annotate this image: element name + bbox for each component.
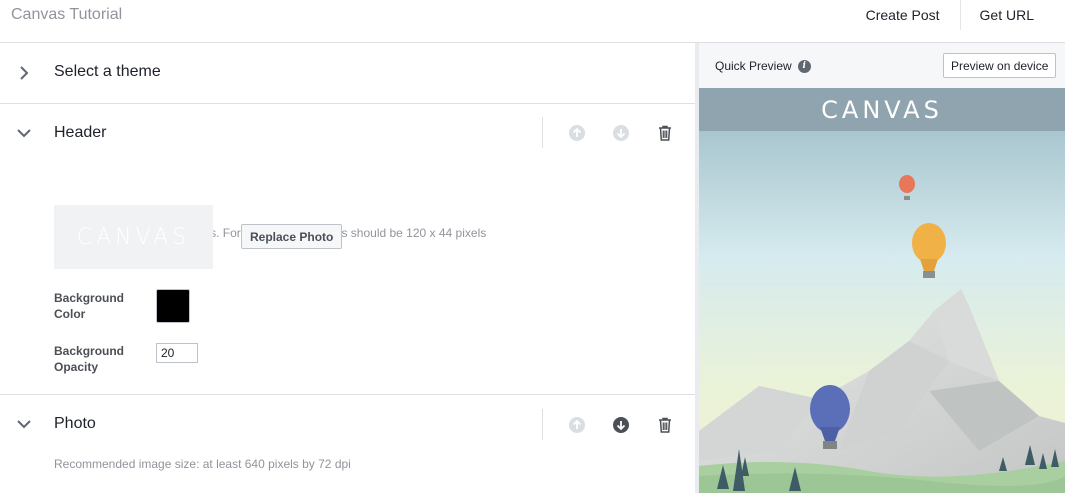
get-url-button[interactable]: Get URL: [961, 0, 1065, 30]
preview-brand-text: CANVAS: [821, 95, 943, 124]
controls-divider: [542, 409, 543, 440]
section-photo: Photo Recommended image size: at least 6…: [0, 395, 695, 493]
trash-icon[interactable]: [656, 124, 674, 142]
background-opacity-label: Background Opacity: [54, 344, 125, 374]
background-color-swatch[interactable]: [156, 289, 190, 323]
info-icon[interactable]: i: [797, 59, 811, 73]
top-bar: Canvas Tutorial Create Post Get URL: [0, 0, 1065, 43]
section-header: Header Upload a logo for your Canvas. Fo…: [0, 104, 695, 395]
top-actions: Create Post Get URL: [846, 0, 1065, 42]
trash-icon[interactable]: [656, 416, 674, 434]
section-theme-label: Select a theme: [54, 63, 161, 80]
move-down-icon[interactable]: [612, 416, 630, 434]
background-color-label: Background Color: [54, 291, 125, 321]
preview-on-device-button[interactable]: Preview on device: [943, 53, 1057, 78]
logo-preview: CANVAS: [54, 205, 213, 269]
editor-panel: Select a theme Header Upload a logo for …: [0, 43, 695, 493]
canvas-preview: CANVAS: [699, 88, 1065, 493]
quick-preview-label: Quick Preview: [715, 59, 792, 73]
section-header-label: Header: [54, 124, 107, 141]
chevron-right-icon[interactable]: [16, 65, 32, 81]
section-photo-label: Photo: [54, 415, 96, 432]
controls-divider: [542, 117, 543, 148]
app-title: Canvas Tutorial: [11, 6, 123, 23]
quick-preview-header: Quick Preview i: [715, 59, 811, 73]
preview-header-bar: CANVAS: [699, 88, 1065, 131]
section-theme[interactable]: Select a theme: [0, 43, 695, 104]
background-opacity-input[interactable]: [156, 343, 198, 363]
move-up-icon[interactable]: [568, 416, 586, 434]
preview-photo: [699, 131, 1065, 493]
chevron-down-icon[interactable]: [16, 416, 32, 432]
move-down-icon[interactable]: [612, 124, 630, 142]
create-post-button[interactable]: Create Post: [846, 0, 961, 30]
preview-panel: Quick Preview i Preview on device CANVAS: [699, 43, 1065, 493]
photo-help-text: Recommended image size: at least 640 pix…: [54, 457, 351, 471]
move-up-icon[interactable]: [568, 124, 586, 142]
chevron-down-icon[interactable]: [16, 125, 32, 141]
logo-text: CANVAS: [76, 224, 191, 250]
replace-photo-button[interactable]: Replace Photo: [241, 224, 343, 249]
